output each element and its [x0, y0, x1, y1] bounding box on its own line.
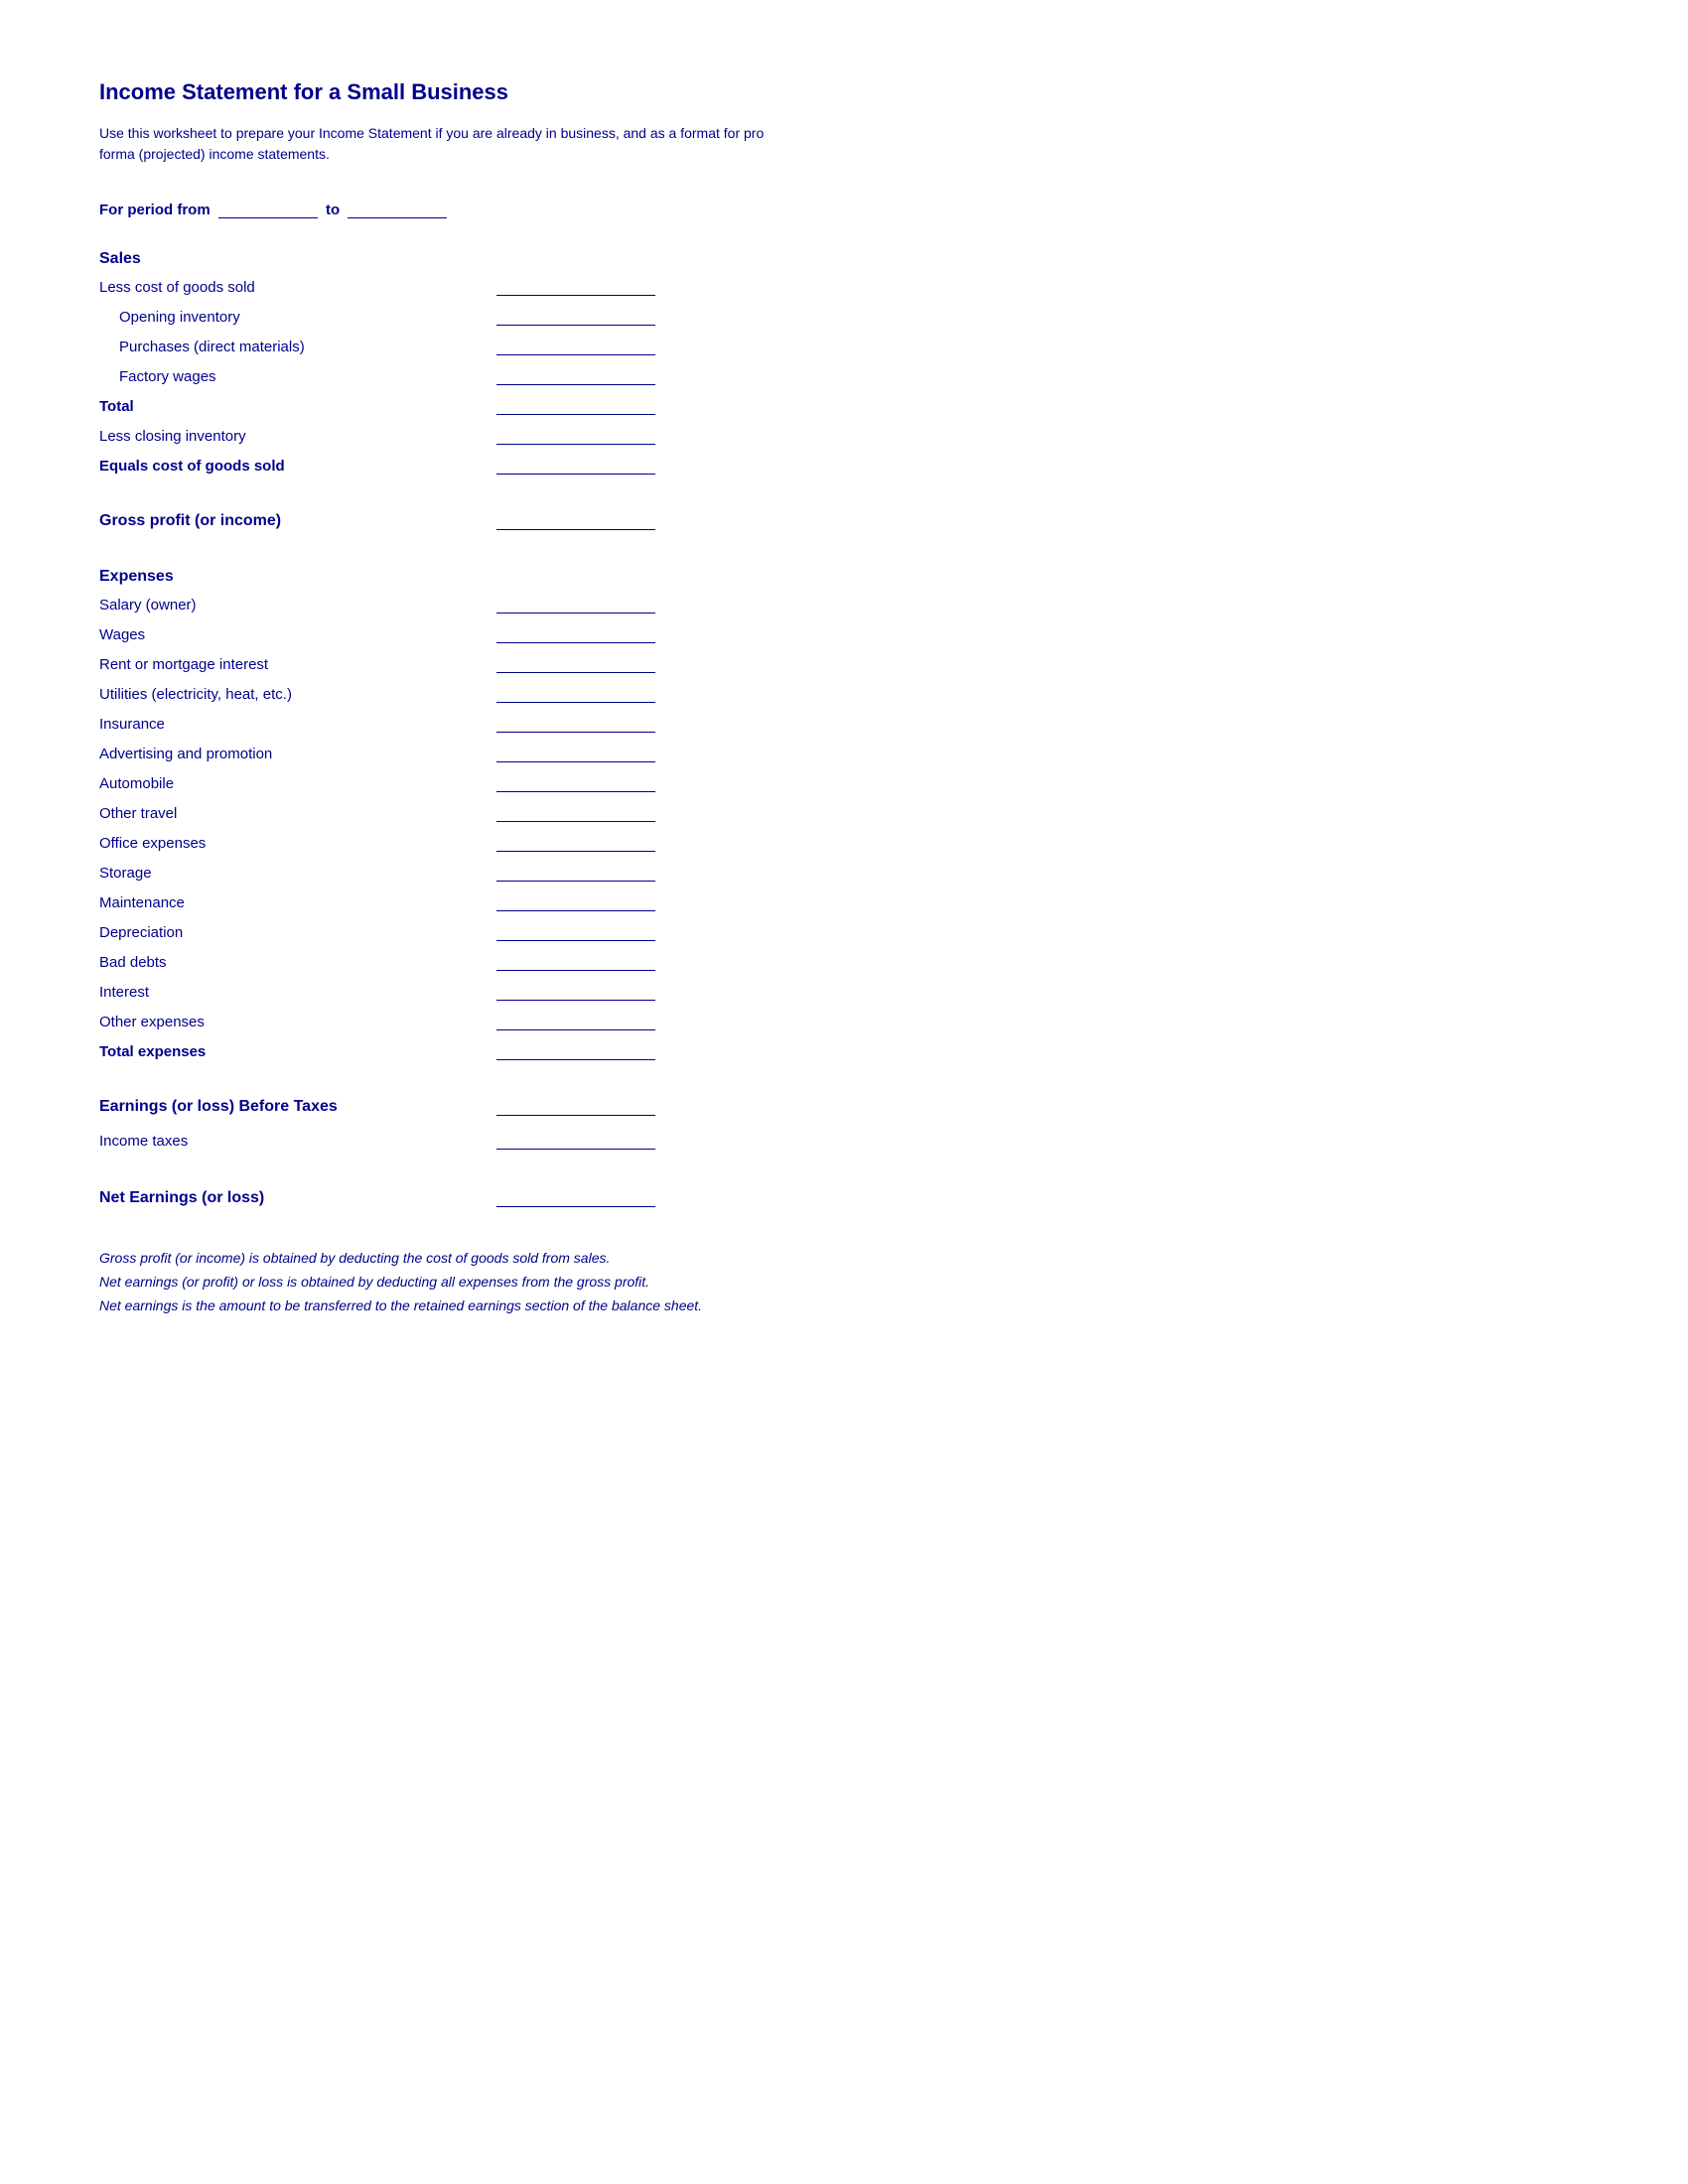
- row-label: Storage: [99, 865, 496, 882]
- list-item: Income taxes: [99, 1124, 655, 1154]
- list-item: Total expenses: [99, 1034, 655, 1064]
- purchases-field[interactable]: [496, 338, 655, 355]
- factory-wages-field[interactable]: [496, 367, 655, 385]
- gross-profit-field[interactable]: [496, 512, 655, 530]
- row-label: Interest: [99, 984, 496, 1001]
- row-label: Insurance: [99, 716, 496, 733]
- row-label: Factory wages: [119, 368, 496, 385]
- list-item: Less closing inventory: [99, 419, 655, 449]
- other-expenses-field[interactable]: [496, 1013, 655, 1030]
- earnings-before-taxes-row: Earnings (or loss) Before Taxes: [99, 1090, 655, 1124]
- footnote-3: Net earnings is the amount to be transfe…: [99, 1295, 844, 1318]
- list-item: Other expenses: [99, 1005, 655, 1034]
- earnings-before-taxes-field[interactable]: [496, 1098, 655, 1116]
- list-item: Advertising and promotion: [99, 737, 655, 766]
- list-item: Depreciation: [99, 915, 655, 945]
- row-label: Office expenses: [99, 835, 496, 852]
- list-item: Automobile: [99, 766, 655, 796]
- list-item: Maintenance: [99, 886, 655, 915]
- earnings-before-taxes-label: Earnings (or loss) Before Taxes: [99, 1098, 338, 1116]
- row-label: Advertising and promotion: [99, 746, 496, 762]
- income-taxes-label: Income taxes: [99, 1133, 496, 1150]
- row-label: Bad debts: [99, 954, 496, 971]
- page-title: Income Statement for a Small Business: [99, 79, 1589, 105]
- gross-profit-row: Gross profit (or income): [99, 504, 655, 538]
- footnotes: Gross profit (or income) is obtained by …: [99, 1247, 844, 1317]
- list-item: Less cost of goods sold: [99, 270, 655, 300]
- list-item: Wages: [99, 617, 655, 647]
- total-field[interactable]: [496, 397, 655, 415]
- gross-profit-label: Gross profit (or income): [99, 512, 281, 530]
- list-item: Utilities (electricity, heat, etc.): [99, 677, 655, 707]
- list-item: Total: [99, 389, 655, 419]
- footnote-2: Net earnings (or profit) or loss is obta…: [99, 1271, 844, 1295]
- other-travel-field[interactable]: [496, 804, 655, 822]
- maintenance-field[interactable]: [496, 893, 655, 911]
- description-text: Use this worksheet to prepare your Incom…: [99, 123, 794, 165]
- list-item: Rent or mortgage interest: [99, 647, 655, 677]
- row-label: Automobile: [99, 775, 496, 792]
- footnote-1: Gross profit (or income) is obtained by …: [99, 1247, 844, 1271]
- net-earnings-field[interactable]: [496, 1189, 655, 1207]
- rent-field[interactable]: [496, 655, 655, 673]
- row-label: Wages: [99, 626, 496, 643]
- total-expenses-field[interactable]: [496, 1042, 655, 1060]
- list-item: Salary (owner): [99, 588, 655, 617]
- salary-owner-field[interactable]: [496, 596, 655, 614]
- period-to-field[interactable]: [348, 201, 447, 218]
- list-item: Insurance: [99, 707, 655, 737]
- net-earnings-row: Net Earnings (or loss): [99, 1181, 655, 1215]
- row-label: Other travel: [99, 805, 496, 822]
- equals-cogs-field[interactable]: [496, 457, 655, 475]
- row-label: Other expenses: [99, 1014, 496, 1030]
- period-to-label: to: [326, 202, 340, 218]
- less-cost-goods-sold-field[interactable]: [496, 278, 655, 296]
- list-item: Opening inventory: [99, 300, 655, 330]
- office-expenses-field[interactable]: [496, 834, 655, 852]
- income-taxes-field[interactable]: [496, 1132, 655, 1150]
- row-label: Less closing inventory: [99, 428, 496, 445]
- period-label: For period from to: [99, 201, 1589, 218]
- opening-inventory-field[interactable]: [496, 308, 655, 326]
- list-item: Storage: [99, 856, 655, 886]
- interest-field[interactable]: [496, 983, 655, 1001]
- form-section: Sales Less cost of goods sold Opening in…: [99, 250, 655, 1215]
- row-label: Purchases (direct materials): [119, 339, 496, 355]
- list-item: Factory wages: [99, 359, 655, 389]
- list-item: Office expenses: [99, 826, 655, 856]
- row-label: Rent or mortgage interest: [99, 656, 496, 673]
- list-item: Other travel: [99, 796, 655, 826]
- utilities-field[interactable]: [496, 685, 655, 703]
- storage-field[interactable]: [496, 864, 655, 882]
- sales-header: Sales: [99, 250, 655, 268]
- net-earnings-label: Net Earnings (or loss): [99, 1189, 264, 1207]
- wages-field[interactable]: [496, 625, 655, 643]
- row-label: Less cost of goods sold: [99, 279, 496, 296]
- row-label: Opening inventory: [119, 309, 496, 326]
- list-item: Bad debts: [99, 945, 655, 975]
- net-earnings-section: Net Earnings (or loss): [99, 1181, 655, 1215]
- row-label: Maintenance: [99, 894, 496, 911]
- expenses-header: Expenses: [99, 568, 655, 586]
- row-label-total: Total: [99, 398, 496, 415]
- period-from-field[interactable]: [218, 201, 318, 218]
- list-item: Interest: [99, 975, 655, 1005]
- list-item: Purchases (direct materials): [99, 330, 655, 359]
- insurance-field[interactable]: [496, 715, 655, 733]
- row-label: Utilities (electricity, heat, etc.): [99, 686, 496, 703]
- bad-debts-field[interactable]: [496, 953, 655, 971]
- automobile-field[interactable]: [496, 774, 655, 792]
- row-label: Salary (owner): [99, 597, 496, 614]
- list-item: Equals cost of goods sold: [99, 449, 655, 478]
- advertising-field[interactable]: [496, 745, 655, 762]
- row-label: Depreciation: [99, 924, 496, 941]
- row-label-total-expenses: Total expenses: [99, 1043, 496, 1060]
- depreciation-field[interactable]: [496, 923, 655, 941]
- less-closing-inventory-field[interactable]: [496, 427, 655, 445]
- row-label-equals-cogs: Equals cost of goods sold: [99, 458, 496, 475]
- period-from-label: For period from: [99, 202, 211, 218]
